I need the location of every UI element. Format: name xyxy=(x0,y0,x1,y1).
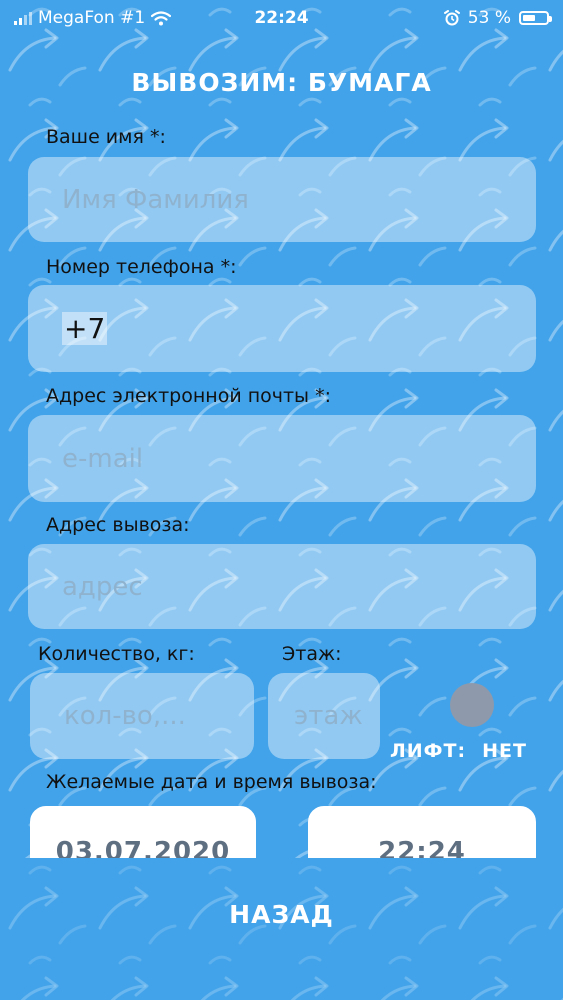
email-label: Адрес электронной почты *: xyxy=(46,385,331,407)
address-placeholder: адрес xyxy=(62,571,143,602)
quantity-input[interactable]: кол-во,... xyxy=(30,673,254,759)
battery-fill xyxy=(523,15,535,21)
name-label: Ваше имя *: xyxy=(46,126,166,148)
address-label: Адрес вывоза: xyxy=(46,514,190,536)
name-input[interactable]: Имя Фамилия xyxy=(28,157,536,242)
name-placeholder: Имя Фамилия xyxy=(62,184,249,215)
status-bar: MegaFon #1 22:24 53 % xyxy=(0,0,563,36)
bottom-bar xyxy=(0,858,563,1000)
battery-icon xyxy=(519,11,552,25)
lift-status: ЛИФТ: НЕТ xyxy=(390,740,527,762)
back-button[interactable]: НАЗАД xyxy=(0,900,563,929)
quantity-label: Количество, кг: xyxy=(38,643,195,665)
address-input[interactable]: адрес xyxy=(28,544,536,629)
datetime-label: Желаемые дата и время вывоза: xyxy=(46,771,377,793)
lift-toggle[interactable] xyxy=(450,683,494,727)
lift-label: ЛИФТ: xyxy=(390,740,467,762)
email-input[interactable]: e-mail xyxy=(28,415,536,502)
email-placeholder: e-mail xyxy=(62,443,144,474)
lift-value: НЕТ xyxy=(482,740,527,762)
phone-label: Номер телефона *: xyxy=(46,256,237,278)
alarm-icon xyxy=(443,10,460,26)
phone-value: +7 xyxy=(62,312,108,345)
floor-label: Этаж: xyxy=(282,643,342,665)
floor-input[interactable]: этаж xyxy=(268,673,380,759)
battery-percent: 53 % xyxy=(467,8,511,28)
quantity-placeholder: кол-во,... xyxy=(64,701,186,731)
phone-input[interactable]: +7 xyxy=(28,285,536,372)
page-title: ВЫВОЗИМ: БУМАГА xyxy=(131,68,432,97)
floor-placeholder: этаж xyxy=(294,701,363,731)
